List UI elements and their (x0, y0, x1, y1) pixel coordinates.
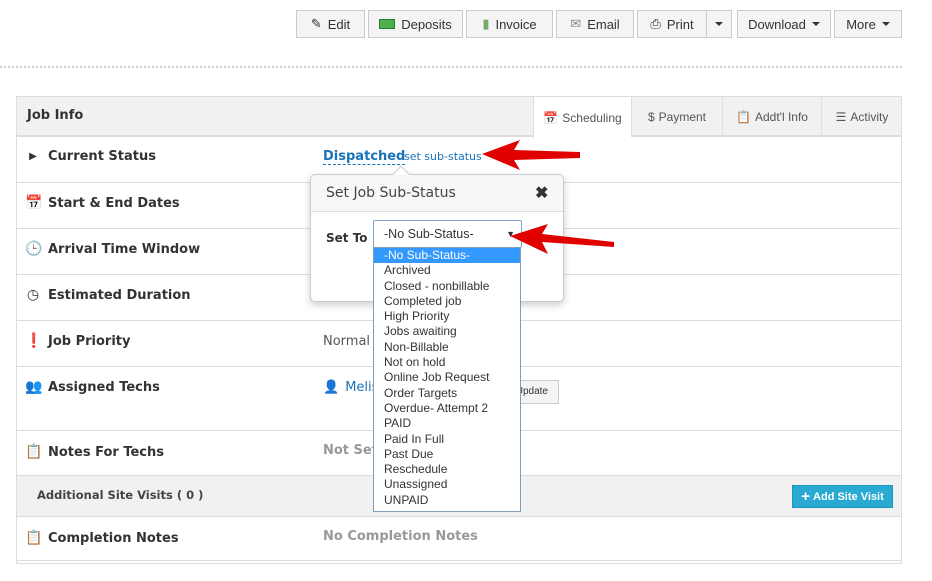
notes-value[interactable]: Not Set (323, 443, 378, 458)
option-item[interactable]: -No Sub-Status- (374, 248, 520, 264)
option-item[interactable]: Online Job Request (374, 370, 520, 385)
option-item[interactable]: Not on hold (374, 355, 520, 370)
option-item[interactable]: High Priority (374, 309, 520, 324)
option-item[interactable]: Jobs awaiting (374, 324, 520, 339)
option-item[interactable]: Unassigned (374, 477, 520, 492)
door-exit-icon: ▮ (482, 16, 490, 31)
option-item[interactable]: Closed - nonbillable (374, 279, 520, 294)
more-label: More (846, 16, 876, 32)
label-text: Completion Notes (48, 530, 179, 546)
site-visits-label: Additional Site Visits ( 0 ) (37, 488, 204, 502)
email-button[interactable]: ✉ Email (556, 10, 634, 38)
clipboard-icon: 📋 (25, 530, 43, 546)
status-value[interactable]: Dispatched (323, 149, 406, 165)
tab-payment[interactable]: $ Payment (631, 97, 722, 137)
red-arrow-annotation (482, 140, 580, 170)
label-text: Assigned Techs (48, 379, 160, 395)
set-sub-status-link[interactable]: set sub-status (404, 150, 482, 163)
techs-label: 👥 Assigned Techs (25, 379, 160, 395)
notes-label: 📋 Notes For Techs (25, 444, 164, 460)
tech-link[interactable]: 👤 Melis (323, 380, 378, 395)
priority-label: ❗ Job Priority (25, 333, 130, 349)
tab-label: Payment (658, 110, 707, 124)
deposits-button[interactable]: Deposits (368, 10, 463, 38)
close-icon[interactable]: ✖ (535, 183, 548, 203)
download-label: Download (748, 16, 806, 32)
email-label: Email (587, 16, 620, 32)
tab-activity[interactable]: ☰ Activity (821, 97, 902, 137)
triangle-right-icon: ▶ (29, 151, 37, 162)
user-avatar-icon: 👤 (323, 380, 340, 395)
option-item[interactable]: Reschedule (374, 462, 520, 477)
panel-title: Job Info (27, 108, 84, 123)
arrival-label: 🕒 Arrival Time Window (25, 241, 200, 257)
money-icon (379, 19, 396, 29)
caret-down-icon (715, 22, 723, 26)
option-item[interactable]: UNPAID (374, 493, 520, 508)
calendar-icon: 📅 (25, 195, 43, 211)
tab-scheduling[interactable]: 📅 Scheduling (533, 97, 631, 138)
deposits-label: Deposits (401, 16, 452, 32)
list-icon: ☰ (835, 110, 847, 124)
option-item[interactable]: Completed job (374, 294, 520, 309)
option-item[interactable]: Archived (374, 263, 520, 278)
label-text: Start & End Dates (48, 195, 180, 211)
exclamation-icon: ❗ (25, 333, 43, 349)
users-icon: 👥 (25, 379, 43, 395)
print-label: Print (666, 16, 694, 32)
completion-value: No Completion Notes (323, 529, 478, 544)
panel-header: Job Info 📅 Scheduling $ Payment 📋 Addt'l In… (17, 97, 902, 138)
invoice-button[interactable]: ▮ Invoice (466, 10, 553, 38)
sub-status-select[interactable]: -No Sub-Status- ▼ (373, 220, 522, 248)
selected-value: -No Sub-Status- (384, 227, 474, 241)
print-dropdown-button[interactable] (706, 10, 732, 38)
clipboard-icon: 📋 (736, 110, 751, 124)
pencil-icon: ✎ (310, 16, 322, 31)
divider (0, 66, 902, 68)
add-site-visit-label: Add Site Visit (813, 490, 884, 503)
caret-down-icon (811, 22, 820, 26)
invoice-label: Invoice (495, 16, 537, 32)
option-item[interactable]: Overdue- Attempt 2 (374, 401, 520, 416)
option-item[interactable]: Past Due (374, 447, 520, 462)
label-text: Job Priority (48, 333, 131, 349)
printer-icon: ⎙ (650, 16, 661, 31)
current-status-label[interactable]: ▶ Current Status (25, 149, 156, 164)
plus-icon: + (801, 488, 811, 505)
tab-label: Scheduling (562, 110, 622, 125)
coins-icon: $ (647, 110, 655, 124)
label-text: Arrival Time Window (48, 241, 201, 257)
caret-down-icon (881, 22, 890, 26)
label-text: Current Status (48, 149, 156, 164)
tab-addtl-info[interactable]: 📋 Addt'l Info (722, 97, 821, 137)
popover-title: Set Job Sub-Status (326, 185, 456, 201)
option-item[interactable]: Paid In Full (374, 432, 520, 447)
stopwatch-icon: ◷ (26, 287, 40, 303)
row-completion-notes: 📋 Completion Notes No Completion Notes (17, 517, 901, 561)
priority-value[interactable]: Normal (323, 334, 370, 349)
clipboard-icon: 📋 (25, 444, 43, 460)
tab-label: Activity (850, 110, 889, 124)
envelope-icon: ✉ (570, 16, 582, 31)
add-site-visit-button[interactable]: + Add Site Visit (792, 485, 893, 508)
tab-label: Addt'l Info (754, 110, 808, 124)
label-text: Notes For Techs (48, 444, 164, 460)
sub-status-options[interactable]: -No Sub-Status- Archived Closed - nonbilla… (373, 247, 521, 512)
option-item[interactable]: Non-Billable (374, 340, 520, 355)
set-to-label: Set To (326, 231, 368, 245)
edit-button[interactable]: ✎ Edit (296, 10, 365, 38)
print-button[interactable]: ⎙ Print (637, 10, 707, 38)
download-button[interactable]: Download (737, 10, 831, 38)
option-item[interactable]: PAID (374, 416, 520, 431)
dates-label: 📅 Start & End Dates (25, 195, 180, 211)
more-button[interactable]: More (834, 10, 902, 38)
completion-label: 📋 Completion Notes (25, 530, 179, 546)
clock-icon: 🕒 (25, 241, 43, 257)
duration-label: ◷ Estimated Duration (25, 287, 191, 303)
label-text: Estimated Duration (48, 287, 191, 303)
option-item[interactable]: Order Targets (374, 386, 520, 401)
edit-label: Edit (327, 16, 351, 32)
red-arrow-annotation (510, 224, 614, 254)
calendar-icon: 📅 (543, 110, 559, 125)
